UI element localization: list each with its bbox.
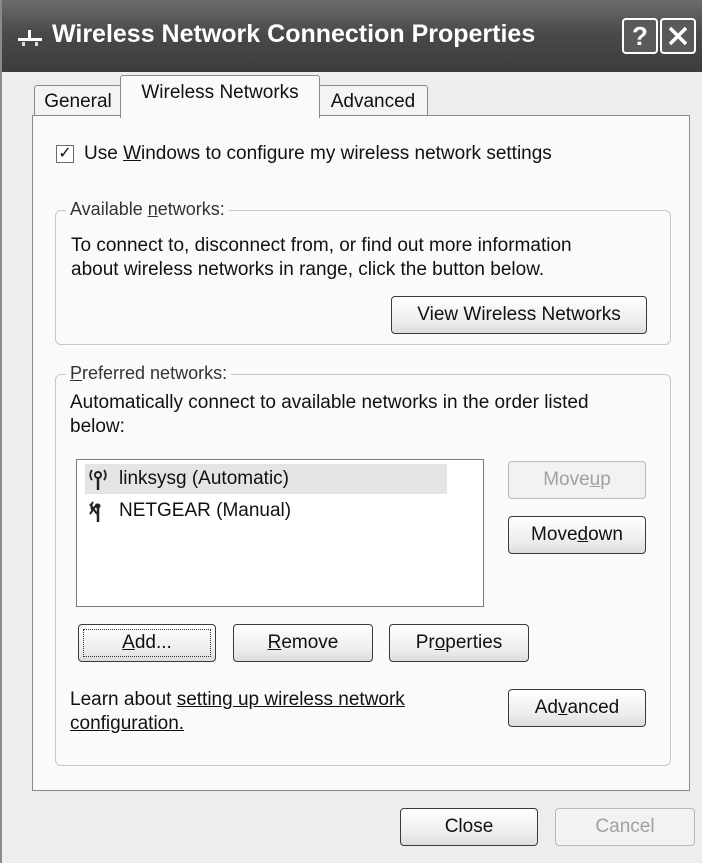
use-windows-checkbox[interactable]: ✓	[56, 145, 74, 163]
close-window-button[interactable]	[660, 18, 696, 54]
available-networks-legend: Available networks:	[66, 199, 229, 220]
setup-link[interactable]: setting up wireless network	[177, 689, 405, 710]
remove-button[interactable]: Remove	[233, 624, 373, 662]
help-button[interactable]: ?	[622, 18, 658, 54]
list-item[interactable]: NETGEAR (Manual)	[85, 496, 447, 526]
network-name: NETGEAR (Manual)	[119, 500, 292, 521]
wireless-networks-panel: ✓ Use Windows to configure my wireless n…	[32, 115, 690, 791]
move-down-button[interactable]: Move d own	[508, 516, 646, 554]
check-mark-icon: ✓	[58, 145, 72, 162]
learn-about-text-2: configuration.	[70, 713, 184, 735]
properties-dialog: Wireless Network Connection Properties ?…	[0, 0, 702, 863]
window-title: Wireless Network Connection Properties	[52, 20, 536, 48]
available-line-1: To connect to, disconnect from, or find …	[71, 235, 572, 256]
move-up-button[interactable]: Move up	[508, 461, 646, 499]
available-networks-group: Available networks: To connect to, disco…	[55, 199, 671, 345]
network-connection-icon	[18, 30, 42, 46]
available-line-2: about wireless networks in range, click …	[71, 259, 545, 280]
view-wireless-networks-button[interactable]: View Wireless Networks	[391, 296, 647, 334]
tab-general[interactable]: General	[34, 85, 122, 117]
close-button[interactable]: Close	[400, 808, 538, 846]
tab-wireless-networks[interactable]: Wireless Networks	[120, 75, 320, 118]
add-button[interactable]: Add...	[78, 624, 216, 662]
list-item[interactable]: linksysg (Automatic)	[85, 464, 447, 494]
preferred-networks-list[interactable]: linksysg (Automatic) NETGEAR (Manual)	[76, 459, 484, 607]
cancel-button[interactable]: Cancel	[555, 808, 695, 846]
preferred-networks-legend: Preferred networks:	[66, 363, 232, 384]
network-name: linksysg (Automatic)	[119, 468, 289, 489]
configuration-link[interactable]: configuration.	[70, 713, 184, 734]
preferred-line-2: below:	[70, 416, 125, 437]
title-bar[interactable]: Wireless Network Connection Properties ?	[2, 0, 702, 72]
advanced-button[interactable]: Ad v anced	[508, 689, 646, 727]
wireless-antenna-icon	[89, 469, 107, 490]
tab-advanced[interactable]: Advanced	[318, 85, 428, 117]
use-windows-label[interactable]: Use Windows to configure my wireless net…	[84, 143, 552, 165]
close-icon	[668, 26, 688, 46]
learn-about-text: Learn about setting up wireless network	[70, 689, 405, 710]
wireless-antenna-disabled-icon	[89, 501, 101, 522]
preferred-line-1: Automatically connect to available netwo…	[70, 392, 589, 413]
properties-button[interactable]: Pr o perties	[389, 624, 529, 662]
